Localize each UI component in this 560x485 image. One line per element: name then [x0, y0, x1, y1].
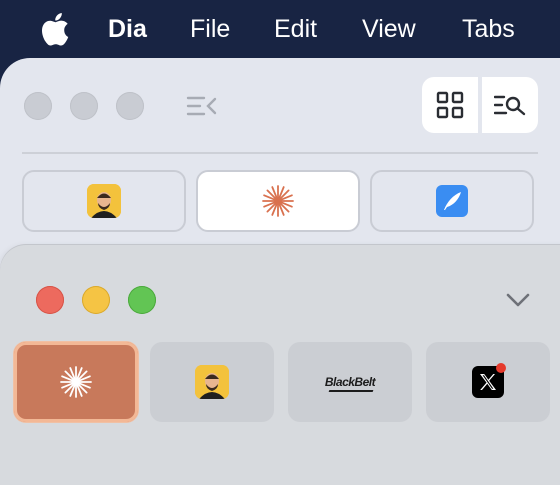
minimize-button-inactive[interactable] [70, 92, 98, 120]
pinned-tab-3[interactable] [370, 170, 534, 232]
zoom-button-inactive[interactable] [116, 92, 144, 120]
menu-bar: Dia File Edit View Tabs [0, 0, 560, 58]
minimize-button[interactable] [82, 286, 110, 314]
tab-card-1[interactable] [14, 342, 138, 422]
quill-icon [436, 185, 468, 217]
avatar-icon [195, 365, 229, 399]
dia-asterisk-icon [262, 185, 294, 217]
view-toggle-group [422, 77, 538, 133]
dia-asterisk-icon [60, 366, 92, 398]
grid-icon [436, 91, 464, 119]
menu-tabs[interactable]: Tabs [462, 14, 515, 44]
list-search-icon [494, 95, 526, 116]
blackbelt-logo-icon: BlackBelt [324, 375, 376, 389]
notification-dot [496, 363, 506, 373]
search-tabs-button[interactable] [482, 77, 538, 133]
pinned-tab-2[interactable] [196, 170, 360, 232]
close-button-inactive[interactable] [24, 92, 52, 120]
pinned-tab-1[interactable] [22, 170, 186, 232]
x-logo-icon [472, 363, 506, 398]
tab-card-4[interactable] [426, 342, 550, 422]
close-button[interactable] [36, 286, 64, 314]
sidebar-collapse-icon[interactable] [186, 94, 218, 118]
menu-file[interactable]: File [190, 14, 230, 44]
chevron-down-icon[interactable] [504, 290, 532, 310]
avatar-icon [87, 184, 121, 218]
menu-app-name[interactable]: Dia [108, 14, 147, 44]
menu-view[interactable]: View [362, 14, 416, 44]
menu-edit[interactable]: Edit [274, 14, 317, 44]
sidebar-divider [22, 152, 538, 154]
apple-logo-icon[interactable] [38, 12, 70, 46]
zoom-button[interactable] [128, 286, 156, 314]
grid-view-button[interactable] [422, 77, 478, 133]
tab-card-2[interactable] [150, 342, 274, 422]
tab-card-3[interactable]: BlackBelt [288, 342, 412, 422]
